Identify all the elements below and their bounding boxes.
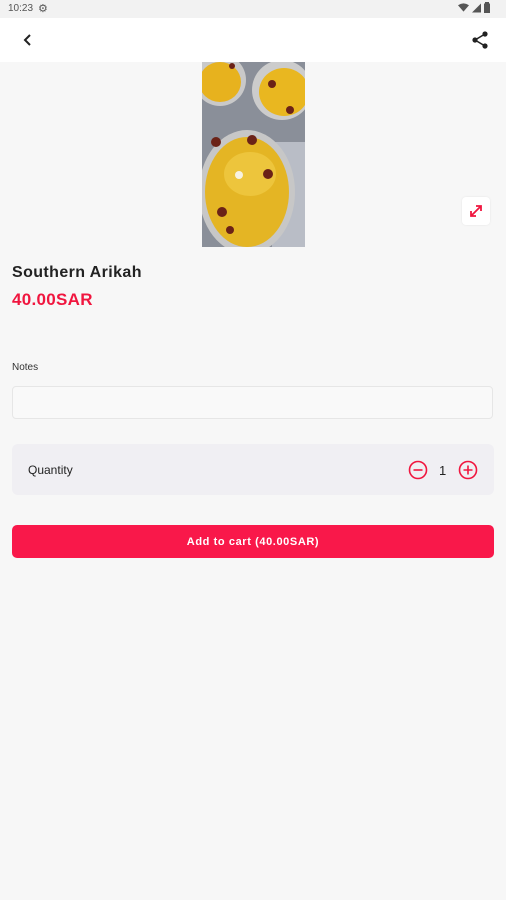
back-button[interactable] — [16, 28, 40, 52]
product-title: Southern Arikah — [12, 264, 142, 281]
decrease-quantity-button[interactable] — [408, 460, 428, 480]
product-photo — [202, 62, 305, 247]
battery-icon — [484, 2, 490, 13]
notes-label: Notes — [12, 362, 39, 373]
notes-input[interactable] — [12, 386, 493, 419]
wifi-icon — [458, 2, 469, 12]
chevron-left-icon — [23, 34, 31, 46]
share-icon — [472, 31, 488, 49]
increase-quantity-button[interactable] — [458, 460, 478, 480]
product-price: 40.00SAR — [12, 290, 93, 309]
share-button[interactable] — [468, 28, 492, 52]
minus-circle-icon — [408, 460, 428, 480]
expand-icon — [470, 205, 482, 217]
status-bar: 10:23 ⚙ — [0, 0, 506, 18]
quantity-stepper: Quantity 1 — [12, 444, 494, 495]
status-time: 10:23 — [8, 3, 34, 14]
product-image[interactable] — [202, 62, 305, 247]
plus-circle-icon — [458, 460, 478, 480]
gear-icon: ⚙ — [38, 3, 48, 15]
quantity-label: Quantity — [28, 463, 73, 477]
status-icons — [458, 2, 490, 13]
quantity-value: 1 — [439, 463, 447, 478]
signal-icon — [472, 3, 481, 12]
add-to-cart-button[interactable]: Add to cart (40.00SAR) — [12, 525, 494, 558]
expand-image-button[interactable] — [462, 197, 490, 225]
app-bar — [0, 18, 506, 62]
